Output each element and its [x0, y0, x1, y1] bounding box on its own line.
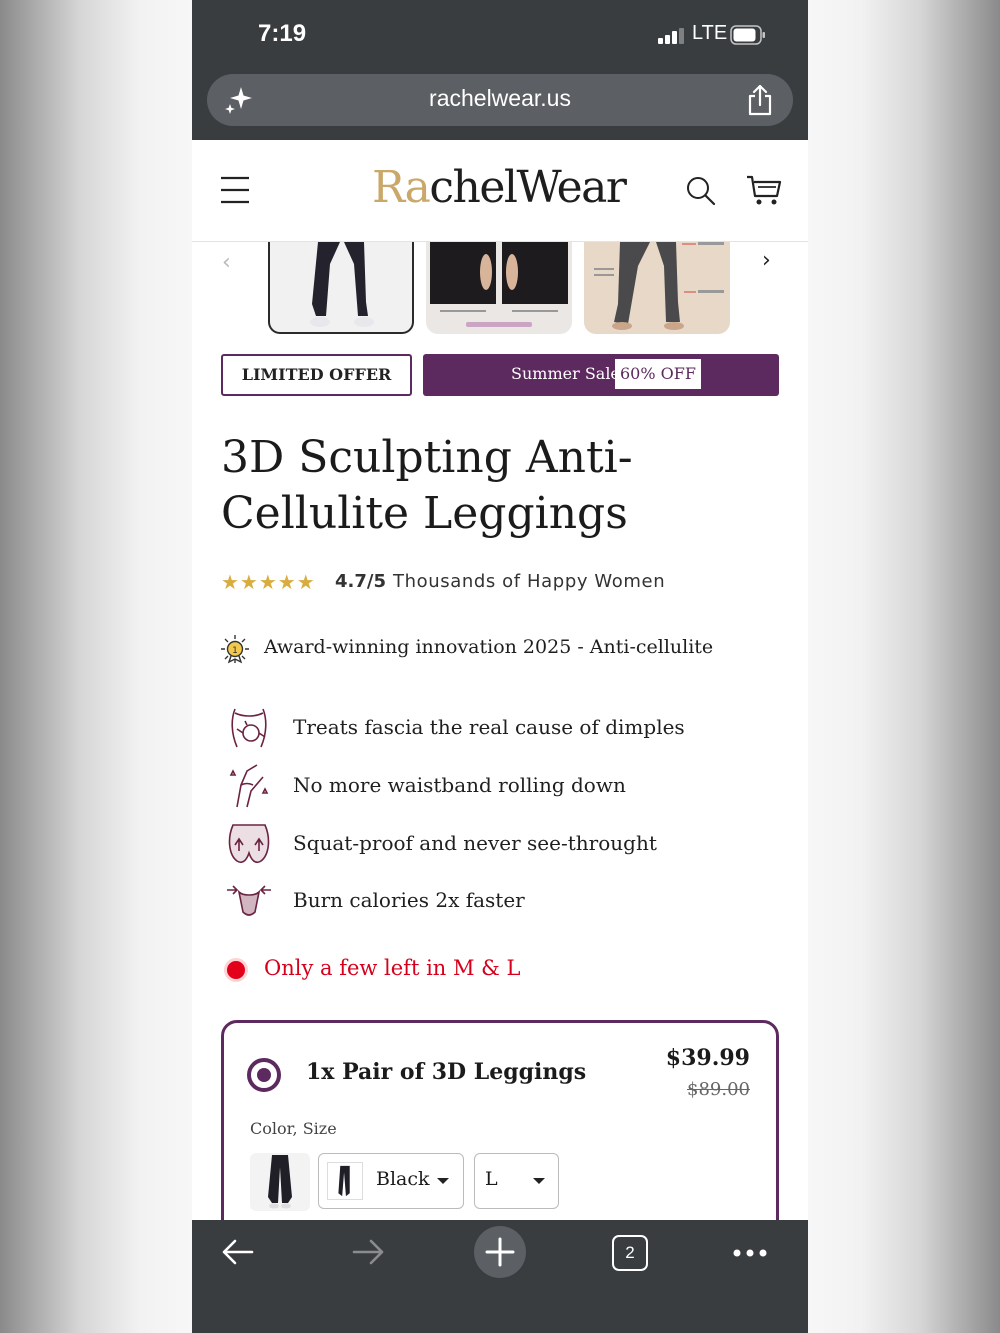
url-text[interactable]: rachelwear.us	[207, 85, 793, 112]
benefit-text: Treats fascia the real cause of dimples	[293, 715, 685, 739]
thumbnail-prev-arrow[interactable]: ‹	[222, 250, 231, 275]
bundle-original-price: $89.00	[687, 1079, 750, 1100]
fascia-icon	[231, 708, 267, 748]
bundle-title: 1x Pair of 3D Leggings	[306, 1059, 587, 1085]
cart-icon[interactable]	[746, 174, 782, 206]
size-select[interactable]: L	[474, 1153, 559, 1209]
benefit-text: Squat-proof and never see-throught	[293, 831, 657, 855]
burn-calories-icon	[227, 885, 271, 916]
search-icon[interactable]	[686, 176, 716, 206]
product-title: 3D Sculpting Anti-Cellulite Leggings	[221, 432, 633, 539]
chevron-down-icon	[533, 1178, 545, 1184]
bundle-option-card[interactable]: 1x Pair of 3D Leggings $39.99 $89.00 Col…	[221, 1020, 779, 1240]
benefit-item: Squat-proof and never see-throught	[221, 819, 781, 869]
benefit-item: Burn calories 2x faster	[221, 876, 781, 926]
forward-arrow-icon[interactable]	[350, 1236, 386, 1268]
low-stock-text: Only a few left in M & L	[264, 956, 521, 980]
logo-accent: Ra	[372, 162, 431, 213]
award-row: 1 Award-winning innovation 2025 - Anti-c…	[219, 634, 789, 664]
tabs-button[interactable]: 2	[612, 1235, 648, 1271]
battery-icon	[730, 25, 765, 45]
variant-label: Color, Size	[250, 1119, 337, 1138]
award-text: Award-winning innovation 2025 - Anti-cel…	[264, 636, 714, 658]
benefit-text: Burn calories 2x faster	[293, 888, 525, 912]
logo-text: chelWear	[429, 162, 627, 213]
plus-icon	[485, 1237, 515, 1267]
color-value: Black	[376, 1168, 430, 1190]
discount-badge: 60% OFF	[615, 359, 701, 389]
waistband-icon	[229, 764, 269, 808]
rating-value: 4.7/5	[335, 571, 386, 592]
benefit-item: Treats fascia the real cause of dimples	[221, 703, 781, 753]
thumbnail-next-arrow[interactable]: ›	[762, 248, 771, 273]
sale-label: Summer Sale	[511, 364, 620, 383]
benefit-item: No more waistband rolling down	[221, 761, 781, 811]
star-rating-icons: ★★★★★	[221, 570, 316, 594]
benefit-text: No more waistband rolling down	[293, 773, 626, 797]
phone-screen: 7:19 LTE rachelwear.us RachelWear ‹ › LI…	[192, 0, 808, 1333]
svg-text:1: 1	[232, 646, 238, 656]
browser-toolbar: 2	[192, 1220, 808, 1333]
site-logo[interactable]: RachelWear	[372, 162, 627, 213]
summer-sale-banner: Summer Sale 60% OFF	[423, 354, 779, 396]
more-options-icon[interactable]	[732, 1248, 768, 1258]
variant-image	[250, 1153, 310, 1211]
signal-strength-icon	[658, 28, 684, 44]
size-value: L	[485, 1168, 498, 1190]
squat-proof-icon	[228, 824, 270, 864]
address-bar[interactable]: rachelwear.us	[207, 74, 793, 126]
award-medal-icon: 1	[221, 635, 249, 664]
status-time: 7:19	[258, 20, 307, 47]
chevron-down-icon	[437, 1178, 449, 1184]
site-header: RachelWear	[192, 140, 808, 242]
new-tab-button[interactable]	[474, 1226, 526, 1278]
product-thumbnail-1[interactable]	[268, 242, 414, 334]
product-thumbnail-2[interactable]	[426, 242, 572, 334]
stock-alert-dot-icon	[227, 961, 245, 979]
share-icon[interactable]	[745, 84, 775, 116]
color-select[interactable]: Black	[318, 1153, 464, 1209]
color-swatch	[327, 1162, 363, 1200]
network-label: LTE	[692, 22, 728, 44]
bundle-price: $39.99	[665, 1045, 750, 1071]
rating-caption: Thousands of Happy Women	[393, 571, 666, 592]
limited-offer-badge: LIMITED OFFER	[221, 354, 412, 396]
bundle-radio-button[interactable]	[247, 1058, 281, 1092]
back-arrow-icon[interactable]	[220, 1236, 256, 1268]
hamburger-menu-icon[interactable]	[220, 176, 250, 204]
product-thumbnail-3[interactable]	[584, 242, 730, 334]
status-bar: 7:19 LTE rachelwear.us	[192, 0, 808, 140]
